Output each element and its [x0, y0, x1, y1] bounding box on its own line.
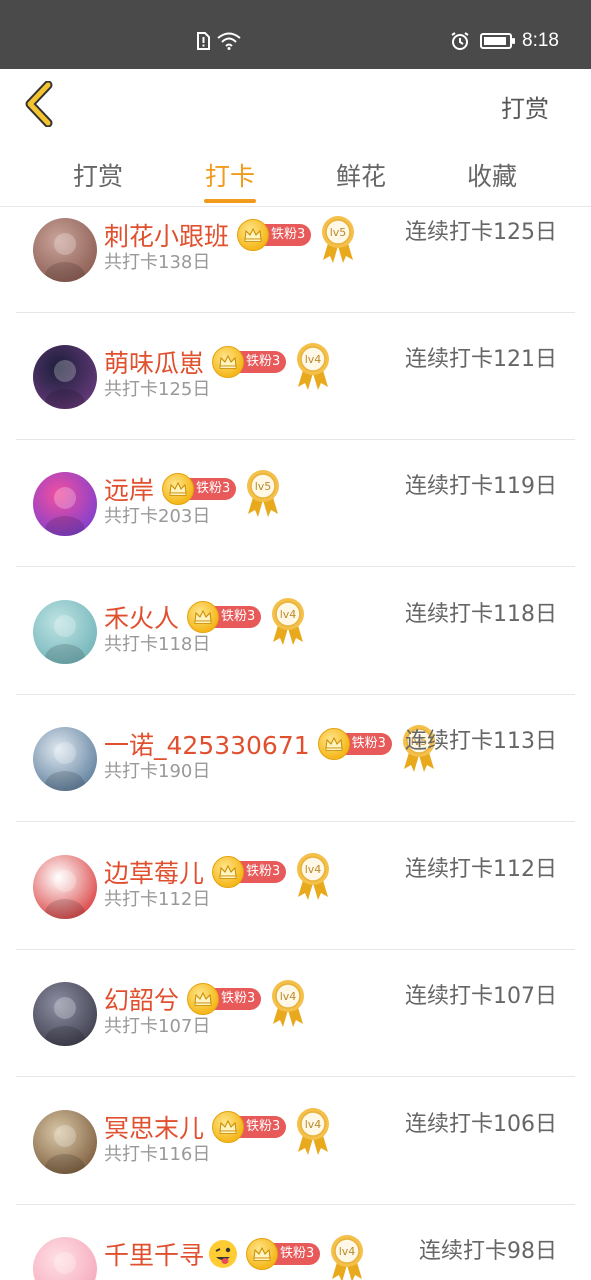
status-bar: 8:18: [0, 0, 591, 69]
level-medal-icon: lv4: [297, 1108, 330, 1155]
crown-icon: [246, 1238, 279, 1270]
fan-badge: 铁粉3: [187, 601, 262, 633]
list-item[interactable]: 一诺_425330671 铁粉3 lv5 共打卡190日 连续打卡113日: [16, 695, 575, 822]
total-checkin-days: 共打卡190日: [104, 761, 211, 782]
checkin-list[interactable]: 刺花小跟班 铁粉3 lv5 共打卡138日 连续打卡125日 萌味瓜崽 铁粉3 …: [16, 208, 575, 1280]
avatar[interactable]: [33, 472, 97, 536]
medal-level-text: lv4: [305, 353, 322, 366]
medal-level-text: lv4: [280, 608, 297, 621]
status-time: 8:18: [522, 30, 559, 51]
streak-checkin-days: 连续打卡106日: [405, 1112, 557, 1137]
tab-reward[interactable]: 打赏: [48, 157, 148, 193]
crown-icon: [212, 856, 245, 888]
level-medal-icon: lv4: [297, 853, 330, 900]
sim-alert-icon: [197, 32, 210, 50]
avatar[interactable]: [33, 345, 97, 409]
avatar[interactable]: [33, 855, 97, 919]
status-icons-center: [196, 32, 242, 50]
crown-icon: [212, 1111, 245, 1143]
total-checkin-days: 共打卡203日: [104, 506, 211, 527]
reward-action-button[interactable]: 打赏: [501, 89, 549, 124]
tab-flowers[interactable]: 鲜花: [311, 157, 411, 193]
total-checkin-days: 共打卡118日: [104, 634, 211, 655]
alarm-icon: [451, 32, 469, 50]
level-medal-icon: lv4: [272, 980, 305, 1027]
fan-badge: 铁粉3: [212, 856, 287, 888]
tab-bar: 打赏 打卡 鲜花 收藏: [0, 139, 591, 207]
total-checkin-days: 共打卡116日: [104, 1144, 211, 1165]
streak-checkin-days: 连续打卡118日: [405, 602, 557, 627]
level-medal-icon: lv5: [322, 216, 355, 263]
tab-indicator: [204, 199, 256, 203]
medal-level-text: lv4: [305, 1118, 322, 1131]
list-item[interactable]: 萌味瓜崽 铁粉3 lv4 共打卡125日 连续打卡121日: [16, 313, 575, 440]
medal-level-text: lv4: [280, 990, 297, 1003]
list-item[interactable]: 冥思末儿 铁粉3 lv4 共打卡116日 连续打卡106日: [16, 1078, 575, 1205]
crown-icon: [187, 601, 220, 633]
avatar[interactable]: [33, 982, 97, 1046]
tongue-wink-emoji-icon: [209, 1240, 238, 1268]
streak-checkin-days: 连续打卡98日: [419, 1239, 557, 1264]
list-item[interactable]: 远岸 铁粉3 lv5 共打卡203日 连续打卡119日: [16, 440, 575, 567]
list-item[interactable]: 禾火人 铁粉3 lv4 共打卡118日 连续打卡118日: [16, 568, 575, 695]
streak-checkin-days: 连续打卡121日: [405, 347, 557, 372]
fan-badge: 铁粉3: [187, 983, 262, 1015]
status-icons-right: 8:18: [450, 30, 559, 52]
streak-checkin-days: 连续打卡107日: [405, 984, 557, 1009]
fan-badge: 铁粉3: [212, 1111, 287, 1143]
streak-checkin-days: 连续打卡112日: [405, 857, 557, 882]
tab-checkin[interactable]: 打卡: [180, 157, 280, 193]
list-item[interactable]: 幻韶兮 铁粉3 lv4 共打卡107日 连续打卡107日: [16, 950, 575, 1077]
header: 打赏: [0, 69, 591, 139]
total-checkin-days: 共打卡107日: [104, 1016, 211, 1037]
streak-checkin-days: 连续打卡119日: [405, 474, 557, 499]
crown-icon: [212, 346, 245, 378]
fan-badge: 铁粉3: [162, 473, 237, 505]
tab-collect[interactable]: 收藏: [442, 157, 542, 193]
avatar[interactable]: [33, 1110, 97, 1174]
level-medal-icon: lv4: [331, 1235, 364, 1280]
avatar[interactable]: [33, 218, 97, 282]
level-medal-icon: lv4: [297, 343, 330, 390]
streak-checkin-days: 连续打卡125日: [405, 220, 557, 245]
avatar[interactable]: [33, 727, 97, 791]
back-button[interactable]: [22, 80, 62, 128]
total-checkin-days: 共打卡125日: [104, 379, 211, 400]
fan-badge: 铁粉3: [212, 346, 287, 378]
list-item[interactable]: 千里千寻 铁粉3 lv4 连续打卡98日: [16, 1205, 575, 1280]
crown-icon: [162, 473, 195, 505]
streak-checkin-days: 连续打卡113日: [405, 729, 557, 754]
battery-icon: [480, 33, 516, 49]
user-name[interactable]: 千里千寻: [104, 1236, 204, 1272]
crown-icon: [187, 983, 220, 1015]
wifi-icon: [217, 32, 241, 50]
total-checkin-days: 共打卡112日: [104, 889, 211, 910]
medal-level-text: lv4: [305, 863, 322, 876]
medal-level-text: lv5: [255, 480, 272, 493]
list-item[interactable]: 边草莓儿 铁粉3 lv4 共打卡112日 连续打卡112日: [16, 823, 575, 950]
name-line: 千里千寻 铁粉3 lv4: [104, 1235, 366, 1280]
list-item[interactable]: 刺花小跟班 铁粉3 lv5 共打卡138日 连续打卡125日: [16, 208, 575, 313]
fan-badge: 铁粉3: [246, 1238, 321, 1270]
crown-icon: [317, 728, 350, 760]
medal-level-text: lv5: [330, 226, 347, 239]
level-medal-icon: lv4: [272, 598, 305, 645]
level-medal-icon: lv5: [247, 470, 280, 517]
chevron-left-icon: [25, 80, 53, 128]
medal-level-text: lv4: [339, 1245, 356, 1258]
total-checkin-days: 共打卡138日: [104, 252, 211, 273]
avatar[interactable]: [33, 600, 97, 664]
fan-badge: 铁粉3: [237, 219, 312, 251]
crown-icon: [237, 219, 270, 251]
avatar[interactable]: [33, 1237, 97, 1280]
fan-badge: 铁粉3: [317, 728, 392, 760]
